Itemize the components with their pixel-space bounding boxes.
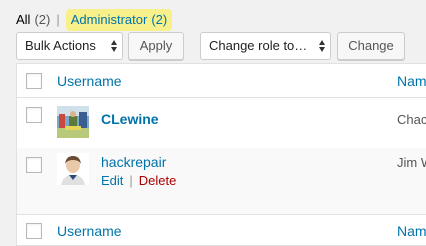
- filter-administrator-link[interactable]: Administrator (2): [65, 9, 173, 31]
- name-cell: Chac: [397, 112, 426, 127]
- select-all-checkbox-footer[interactable]: [26, 223, 42, 239]
- filter-administrator-label[interactable]: Administrator: [71, 12, 148, 28]
- filter-all-link[interactable]: All (2): [16, 12, 50, 28]
- users-table: Username Nam CLewine Chac hackrepair Jim…: [16, 63, 426, 246]
- filter-all-label[interactable]: All: [16, 12, 30, 27]
- name-cell: Jim W: [397, 155, 426, 170]
- bulk-actions-select[interactable]: Bulk Actions: [16, 32, 123, 60]
- avatar-image: [57, 106, 89, 138]
- filter-all-count: (2): [34, 12, 51, 27]
- tablenav-top: Bulk Actions Apply Change role to… Chang…: [16, 32, 426, 60]
- column-header-name[interactable]: Nam: [397, 73, 426, 89]
- row-checkbox[interactable]: [26, 107, 42, 123]
- table-row: CLewine Chac: [17, 98, 426, 147]
- bulk-actions-select-value: Bulk Actions: [25, 38, 96, 53]
- row-actions: Edit | Delete: [101, 173, 176, 188]
- table-header-row: Username Nam: [17, 64, 426, 98]
- filter-administrator-count: (2): [151, 12, 168, 27]
- table-row: hackrepair Jim W Edit | Delete: [17, 148, 426, 214]
- row-checkbox[interactable]: [26, 157, 42, 173]
- change-role-button[interactable]: Change: [337, 32, 405, 60]
- row-actions-separator: |: [129, 173, 133, 188]
- change-role-select-value: Change role to…: [209, 38, 308, 53]
- column-footer-name[interactable]: Nam: [397, 223, 426, 239]
- delete-link[interactable]: Delete: [139, 173, 177, 188]
- column-footer-username[interactable]: Username: [57, 223, 122, 239]
- column-header-username[interactable]: Username: [57, 73, 122, 89]
- select-arrows-icon: [111, 40, 117, 52]
- avatar: [57, 153, 89, 185]
- apply-button[interactable]: Apply: [128, 32, 184, 60]
- avatar: [57, 106, 89, 138]
- edit-link[interactable]: Edit: [101, 173, 123, 188]
- avatar-image: [57, 153, 89, 185]
- username-link[interactable]: CLewine: [101, 111, 159, 127]
- table-footer-row: Username Nam: [17, 214, 426, 246]
- select-all-checkbox[interactable]: [26, 73, 42, 89]
- change-role-select[interactable]: Change role to…: [200, 32, 331, 60]
- select-arrows-icon: [319, 40, 325, 52]
- filter-separator: |: [56, 12, 60, 27]
- username-link[interactable]: hackrepair: [101, 154, 166, 170]
- role-filter-links: All (2) | Administrator (2): [16, 9, 173, 31]
